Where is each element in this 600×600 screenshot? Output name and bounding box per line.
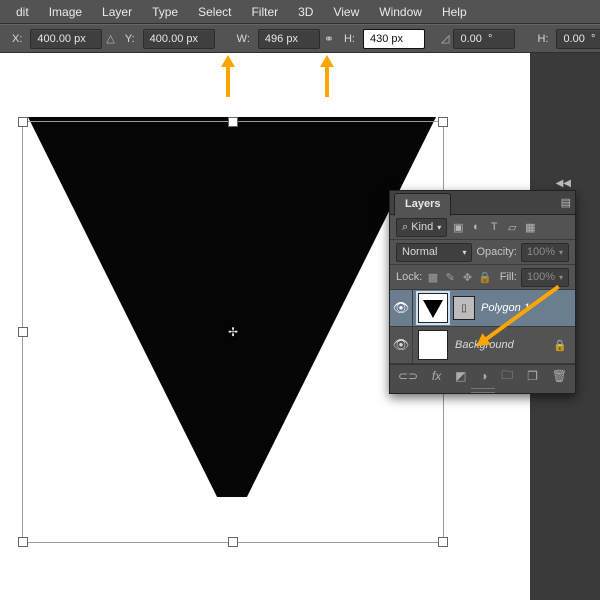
delta-icon[interactable]: △ [106,32,114,45]
opacity-label: Opacity: [476,246,516,258]
layers-tab[interactable]: Layers [394,193,451,216]
w-label: W: [237,33,250,45]
new-group-icon[interactable]: 🗀 [501,366,513,387]
skew-h-label: H: [537,33,548,45]
height-field[interactable]: 430 px [363,29,425,49]
filter-type-icon[interactable]: T [487,221,501,233]
menu-image[interactable]: Image [39,0,92,24]
new-layer-icon[interactable]: ❐ [527,369,538,383]
transform-handle-top-right[interactable] [438,117,448,127]
layer-thumbnail[interactable] [418,293,448,323]
visibility-toggle-icon[interactable]: 👁 [390,327,413,363]
y-value-field[interactable]: 400.00 px [143,29,215,49]
constrain-proportions-icon[interactable]: ⚭ [324,32,334,46]
width-field[interactable]: 496 px [258,29,320,49]
panel-collapse-icon[interactable]: ◀◀ [556,178,571,189]
x-value-field[interactable]: 400.00 px [30,29,102,49]
skew-h-field[interactable]: 0.00 ° [556,29,600,49]
filter-kind-dropdown[interactable]: ⌕ Kind▾ [396,218,447,237]
menu-filter[interactable]: Filter [241,0,288,24]
y-label: Y: [125,33,135,45]
opacity-field[interactable]: 100%▾ [521,243,569,262]
lock-position-icon[interactable]: ✥ [461,271,474,284]
fill-label: Fill: [500,271,517,283]
transform-center-icon[interactable]: ✢ [227,326,239,338]
vector-mask-thumbnail[interactable]: ▯ [453,296,475,320]
angle-icon: ◿ [441,32,449,45]
menu-window[interactable]: Window [369,0,432,24]
delete-layer-icon[interactable]: 🗑 [552,369,567,383]
menu-bar[interactable]: dit Image Layer Type Select Filter 3D Vi… [0,0,600,24]
x-label: X: [12,33,22,45]
transform-bounding-box[interactable]: ✢ [22,121,444,543]
fill-field[interactable]: 100%▾ [521,268,569,287]
menu-3d[interactable]: 3D [288,0,323,24]
panel-menu-icon[interactable]: ▤ [561,196,571,209]
annotation-arrow-width [221,55,235,97]
lock-label: Lock: [396,271,422,283]
transform-handle-top-left[interactable] [18,117,28,127]
layer-fx-icon[interactable]: fx [432,369,441,383]
transform-handle-bottom-left[interactable] [18,537,28,547]
lock-paint-icon[interactable]: ✎ [444,271,457,284]
transform-handle-bottom-right[interactable] [438,537,448,547]
adjustment-layer-icon[interactable]: ◑ [480,369,487,383]
layers-panel-footer: ⊂⊃ fx ◩ ◑ 🗀 ❐ 🗑 [390,364,575,387]
menu-layer[interactable]: Layer [92,0,142,24]
lock-icon: 🔒 [553,339,567,352]
visibility-toggle-icon[interactable]: 👁 [390,290,413,326]
link-layers-icon[interactable]: ⊂⊃ [398,369,418,383]
layer-mask-icon[interactable]: ◩ [455,369,466,383]
filter-adjust-icon[interactable]: ◐ [469,221,483,233]
filter-smart-icon[interactable]: ▦ [523,221,537,234]
blend-mode-dropdown[interactable]: Normal▾ [396,243,472,262]
panel-resize-grip[interactable] [390,387,575,393]
menu-type[interactable]: Type [142,0,188,24]
menu-edit[interactable]: dit [6,0,39,24]
transform-handle-top-middle[interactable] [228,117,238,127]
annotation-arrow-height [320,55,334,97]
transform-handle-bottom-middle[interactable] [228,537,238,547]
menu-help[interactable]: Help [432,0,477,24]
lock-all-icon[interactable]: 🔒 [478,271,492,284]
transform-options-bar: X: 400.00 px △ Y: 400.00 px W: 496 px ⚭ … [0,24,600,53]
filter-shape-icon[interactable]: ▱ [505,221,519,234]
transform-handle-middle-left[interactable] [18,327,28,337]
layer-thumbnail[interactable] [418,330,448,360]
h-label: H: [344,33,355,45]
menu-select[interactable]: Select [188,0,241,24]
rotate-angle-field[interactable]: 0.00 ° [453,29,515,49]
lock-transparent-icon[interactable]: ▩ [426,271,439,284]
filter-pixel-icon[interactable]: ▣ [451,221,465,234]
menu-view[interactable]: View [323,0,369,24]
